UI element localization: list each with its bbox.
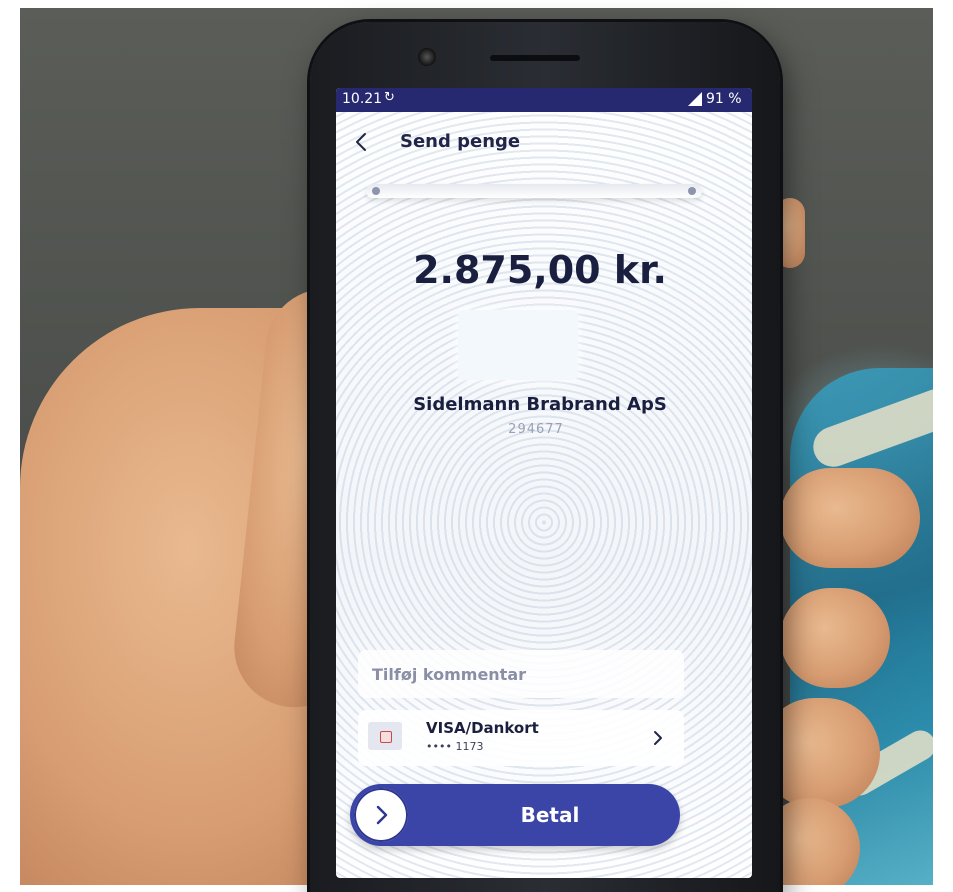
receipt-slot [366,184,702,198]
merchant-name: Sidelmann Brabrand ApS [413,394,667,415]
card-number: •••• 1173 [426,740,484,753]
camera-icon [418,48,436,66]
page-title: Send penge [400,131,521,152]
signal-icon [688,92,702,106]
comment-input[interactable]: Tilføj kommentar [358,650,684,698]
hand-finger [780,588,890,688]
payment-card-selector[interactable]: VISA/Dankort •••• 1173 [358,710,684,766]
status-time: 10.21 [342,91,383,107]
speaker-grille [490,55,580,61]
chevron-left-icon[interactable] [350,130,374,154]
payment-amount: 2.875,00 kr. [413,248,667,292]
status-bar: 10.21 ↻ 91 % [336,88,752,112]
battery-level: 91 % [706,91,742,107]
receipt-slot-dot [688,187,696,195]
merchant-id: 294677 [508,422,564,437]
sync-icon: ↻ [384,90,395,105]
app-header: Send penge [336,116,752,170]
card-icon [368,722,402,750]
merchant-logo [458,310,578,380]
chevron-right-icon [650,728,666,748]
receipt-slot-dot [372,187,380,195]
pay-button-label: Betal [520,803,580,827]
pay-button[interactable]: Betal [350,784,680,846]
hand-finger [780,468,920,568]
card-name: VISA/Dankort [426,719,539,737]
phone-screen: 10.21 ↻ 91 % Send penge 2.875,00 kr. Sid… [336,88,752,878]
chevron-right-icon [376,805,388,825]
slide-to-pay-handle[interactable] [354,788,408,842]
